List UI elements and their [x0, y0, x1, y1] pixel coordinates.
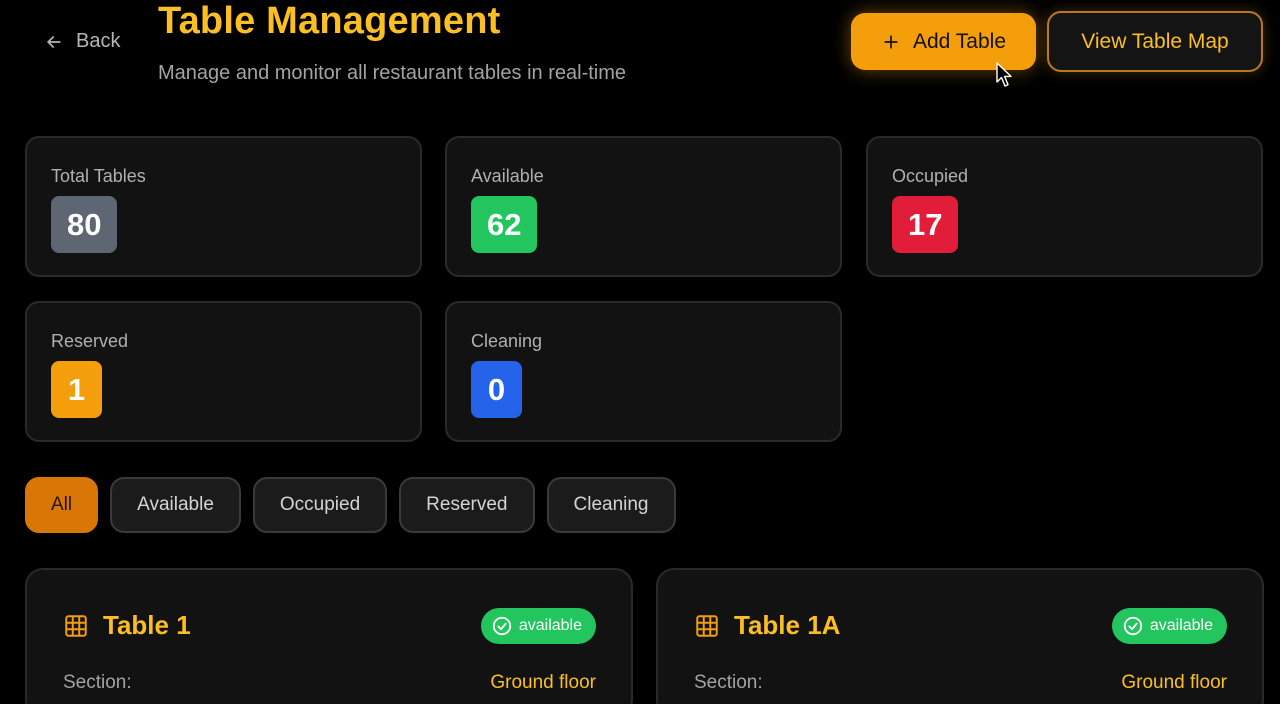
mouse-cursor-icon — [996, 62, 1012, 87]
stat-label: Reserved — [51, 331, 129, 351]
stat-card-occupied: Occupied 17 — [866, 136, 1263, 277]
status-filter-bar: All Available Occupied Reserved Cleaning — [25, 477, 676, 533]
view-table-map-button[interactable]: View Table Map — [1047, 11, 1263, 72]
back-label: Back — [76, 30, 121, 52]
filter-reserved[interactable]: Reserved — [399, 477, 535, 533]
stat-label: Total Tables — [51, 166, 146, 186]
status-label: available — [518, 617, 582, 634]
stat-label: Occupied — [892, 166, 969, 186]
section-value: Ground floor — [1121, 672, 1227, 693]
check-circle-icon — [492, 616, 512, 636]
filter-cleaning[interactable]: Cleaning — [546, 477, 676, 533]
filter-occupied[interactable]: Occupied — [252, 477, 388, 533]
stat-card-available: Available 62 — [445, 136, 842, 277]
check-circle-icon — [1123, 616, 1143, 636]
stat-card-reserved: Reserved 1 — [25, 301, 422, 442]
view-table-map-label: View Table Map — [1081, 29, 1229, 53]
add-table-label: Add Table — [912, 29, 1007, 53]
back-button[interactable]: Back — [44, 30, 120, 53]
stat-value-badge: 80 — [51, 196, 118, 253]
page-subtitle: Manage and monitor all restaurant tables… — [158, 62, 627, 84]
arrow-left-icon — [47, 35, 61, 48]
stat-card-total-tables: Total Tables 80 — [25, 136, 422, 277]
table-grid-icon — [65, 614, 87, 637]
status-label: available — [1149, 617, 1213, 634]
page-title: Table Management — [158, 0, 501, 42]
table-card[interactable]: Table 1 available Section: Ground floor — [25, 568, 633, 704]
filter-available[interactable]: Available — [110, 477, 241, 533]
table-card-header: Table 1 — [63, 610, 191, 641]
table-grid-icon — [696, 614, 718, 637]
table-card[interactable]: Table 1A available Section: Ground floor — [656, 568, 1264, 704]
section-label: Section: — [694, 672, 763, 693]
stat-value-badge: 0 — [471, 361, 522, 418]
stat-value-badge: 1 — [51, 361, 102, 418]
section-label: Section: — [63, 672, 132, 693]
stat-label: Available — [471, 166, 544, 186]
plus-icon — [884, 34, 898, 49]
filter-all[interactable]: All — [25, 477, 99, 533]
table-card-header: Table 1A — [694, 610, 840, 641]
stat-value-badge: 17 — [892, 196, 959, 253]
stat-card-cleaning: Cleaning 0 — [445, 301, 842, 442]
section-value: Ground floor — [490, 672, 596, 693]
status-badge: available — [480, 608, 596, 644]
status-badge: available — [1111, 608, 1227, 644]
stat-value-badge: 62 — [471, 196, 538, 253]
table-name: Table 1A — [734, 610, 841, 640]
stat-label: Cleaning — [471, 331, 543, 351]
table-name: Table 1 — [103, 610, 191, 640]
